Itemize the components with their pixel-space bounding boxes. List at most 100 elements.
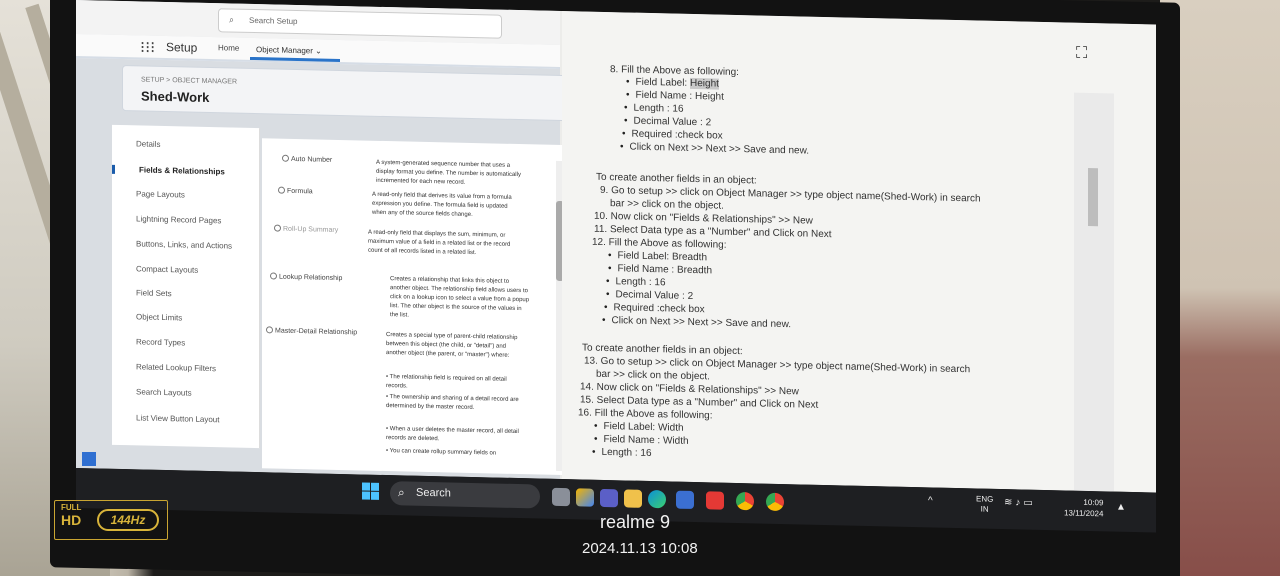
doc-bullet: Field Label: Height bbox=[626, 76, 719, 90]
start-icon-tile bbox=[371, 491, 379, 500]
radio-label: Formula bbox=[287, 187, 313, 196]
object-sidebar: Details Fields & Relationships Page Layo… bbox=[112, 124, 260, 449]
sidebar-item-object-limits[interactable]: Object Limits bbox=[112, 312, 258, 324]
doc-step-9-cont: bar >> click on the object. bbox=[610, 198, 724, 212]
language-code: ENG bbox=[976, 494, 994, 504]
camera-watermark-brand: realme 9 bbox=[600, 512, 671, 532]
doc-bullet: Decimal Value : 2 bbox=[606, 289, 694, 302]
field-type-description: Creates a special type of parent-child r… bbox=[386, 332, 518, 359]
object-header: SETUP > OBJECT MANAGER Shed-Work bbox=[122, 65, 582, 122]
doc-intro: To create another fields in an object: bbox=[582, 342, 743, 358]
list-item-text: When a user deletes the master record, a… bbox=[386, 426, 519, 443]
badge-hd-text: HD bbox=[61, 512, 82, 528]
radio-roll-up-summary[interactable]: Roll-Up Summary bbox=[274, 224, 338, 234]
list-item-text: The relationship field is required on al… bbox=[386, 374, 507, 390]
field-type-description: A system-generated sequence number that … bbox=[376, 159, 521, 186]
sidebar-item-compact-layouts[interactable]: Compact Layouts bbox=[112, 264, 258, 276]
sidebar-item-related-lookup-filters[interactable]: Related Lookup Filters bbox=[112, 362, 258, 374]
app-name: Setup bbox=[166, 40, 198, 55]
start-icon-tile bbox=[362, 482, 370, 491]
tab-object-manager-label: Object Manager bbox=[256, 45, 313, 56]
windows-icon bbox=[82, 452, 96, 466]
start-icon-tile bbox=[371, 482, 379, 491]
field-type-description: Creates a relationship that links this o… bbox=[390, 276, 530, 319]
radio-auto-number[interactable]: Auto Number bbox=[282, 154, 332, 164]
sidebar-item-list-view-button-layout[interactable]: List View Button Layout bbox=[112, 413, 258, 425]
edge-icon[interactable] bbox=[648, 489, 666, 509]
doc-step-12: 12. Fill the Above as following: bbox=[592, 236, 727, 251]
list-item-text: You can create rollup summary fields on bbox=[389, 448, 497, 457]
chevron-up-icon[interactable]: ^ bbox=[928, 495, 933, 506]
doc-step-13-cont: bar >> click on the object. bbox=[596, 368, 710, 383]
language-region: IN bbox=[980, 504, 989, 514]
list-item: • You can create rollup summary fields o… bbox=[386, 448, 497, 457]
search-icon: ⌕ bbox=[398, 485, 405, 500]
sidebar-item-search-layouts[interactable]: Search Layouts bbox=[112, 387, 258, 399]
doc-bullet: Required :check box bbox=[622, 128, 723, 142]
radio-label: Master-Detail Relationship bbox=[275, 327, 358, 337]
fullscreen-icon[interactable]: ⛶ bbox=[1076, 45, 1087, 63]
start-icon-tile bbox=[362, 491, 370, 500]
monitor-screen: ⌕ Search Setup ⁝⁝⁝ Setup Home Object Man… bbox=[76, 0, 1156, 493]
notes-document: ⛶ 8. Fill the Above as following: Field … bbox=[562, 11, 1156, 493]
list-item: • When a user deletes the master record,… bbox=[386, 426, 519, 443]
field-type-description: A read-only field that displays the sum,… bbox=[368, 229, 511, 257]
copilot-icon[interactable] bbox=[576, 488, 594, 507]
search-icon: ⌕ bbox=[229, 14, 235, 25]
tab-object-manager[interactable]: Object Manager ⌄ bbox=[250, 39, 340, 62]
start-button[interactable] bbox=[362, 482, 380, 500]
radio-formula[interactable]: Formula bbox=[278, 186, 313, 196]
store-icon[interactable] bbox=[676, 490, 694, 510]
sidebar-item-details[interactable]: Details bbox=[112, 139, 258, 151]
tab-home[interactable]: Home bbox=[218, 43, 239, 52]
doc-bullet: Click on Next >> Next >> Save and new. bbox=[602, 315, 792, 330]
breadcrumb[interactable]: SETUP > OBJECT MANAGER bbox=[141, 76, 237, 85]
salesforce-window: ⌕ Search Setup ⁝⁝⁝ Setup Home Object Man… bbox=[76, 0, 582, 479]
search-input[interactable]: ⌕ Search Setup bbox=[218, 8, 502, 39]
file-explorer-icon[interactable] bbox=[624, 489, 642, 508]
clock-date: 13/11/2024 bbox=[1064, 508, 1104, 519]
wifi-volume-battery-icons[interactable]: ≋♪▭ bbox=[1004, 497, 1036, 509]
sidebar-item-fields-relationships[interactable]: Fields & Relationships bbox=[112, 164, 258, 178]
taskview-icon[interactable] bbox=[552, 487, 570, 507]
language-indicator[interactable]: ENG IN bbox=[976, 494, 993, 514]
chrome-icon[interactable] bbox=[766, 492, 784, 512]
chrome-icon[interactable] bbox=[736, 491, 754, 511]
app-launcher-icon[interactable]: ⁝⁝⁝ bbox=[140, 37, 155, 57]
radio-label: Lookup Relationship bbox=[279, 273, 343, 283]
doc-bullet-text: Field Label: bbox=[635, 76, 690, 89]
sidebar-item-page-layouts[interactable]: Page Layouts bbox=[112, 189, 258, 201]
sidebar-item-buttons-links-actions[interactable]: Buttons, Links, and Actions bbox=[112, 239, 258, 251]
radio-icon bbox=[266, 326, 273, 334]
sidebar-item-lightning-record-pages[interactable]: Lightning Record Pages bbox=[112, 214, 258, 226]
list-item-text: The ownership and sharing of a detail re… bbox=[386, 394, 519, 412]
badge-hz-text: 144Hz bbox=[97, 509, 159, 531]
radio-icon bbox=[270, 272, 277, 280]
doc-bullet: Decimal Value : 2 bbox=[624, 115, 712, 129]
sidebar-item-field-sets[interactable]: Field Sets bbox=[112, 288, 258, 300]
clock-time: 10:09 bbox=[1083, 497, 1104, 508]
doc-bullet: Field Label: Width bbox=[594, 421, 684, 434]
doc-bullet: Required :check box bbox=[604, 302, 705, 315]
scrollbar-thumb[interactable] bbox=[1088, 167, 1098, 227]
list-item: • The ownership and sharing of a detail … bbox=[386, 394, 519, 412]
teams-icon[interactable] bbox=[600, 488, 618, 508]
doc-bullet: Length : 16 bbox=[606, 276, 666, 288]
radio-icon bbox=[278, 186, 285, 194]
chevron-down-icon: ⌄ bbox=[315, 46, 322, 56]
bell-icon[interactable]: ▲ bbox=[1116, 502, 1126, 513]
taskbar-search-label: Search bbox=[416, 486, 451, 500]
doc-bullet: Field Name : Width bbox=[594, 434, 689, 447]
sidebar-item-record-types[interactable]: Record Types bbox=[112, 337, 258, 349]
badge-full-text: FULL bbox=[61, 503, 82, 512]
scrollbar[interactable] bbox=[1074, 92, 1114, 493]
data-type-list: Auto Number A system-generated sequence … bbox=[262, 138, 562, 476]
radio-master-detail-relationship[interactable]: Master-Detail Relationship bbox=[266, 326, 357, 336]
page-title: Shed-Work bbox=[141, 88, 210, 106]
doc-bullet: Field Name : Height bbox=[626, 89, 724, 103]
taskbar-clock[interactable]: 10:09 13/11/2024 bbox=[1064, 496, 1103, 519]
youtube-icon[interactable] bbox=[706, 491, 724, 510]
taskbar-search[interactable]: ⌕ Search bbox=[390, 481, 540, 509]
field-type-description: A read-only field that derives its value… bbox=[372, 191, 512, 219]
radio-lookup-relationship[interactable]: Lookup Relationship bbox=[270, 272, 342, 282]
